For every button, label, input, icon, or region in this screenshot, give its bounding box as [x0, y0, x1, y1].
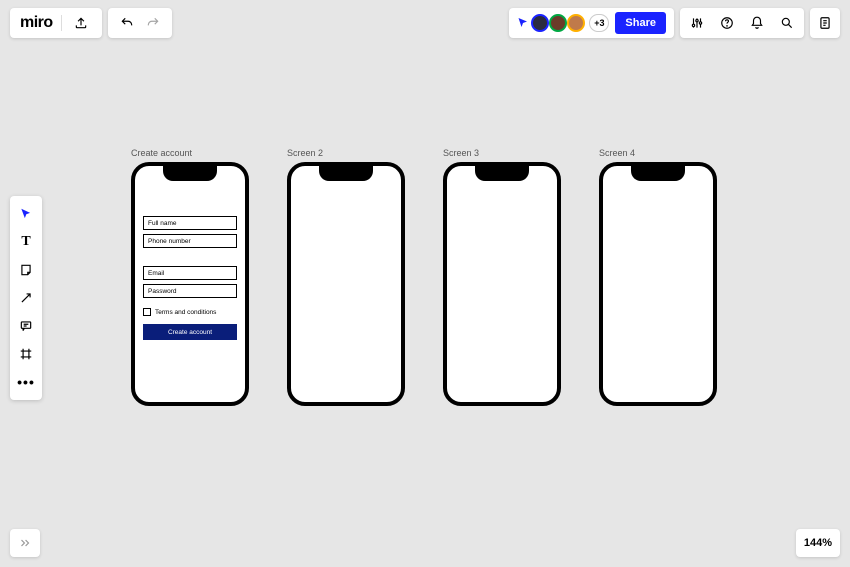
email-label: Email [148, 270, 164, 277]
terms-row[interactable]: Terms and conditions [143, 308, 237, 316]
phone-notch [631, 165, 685, 181]
frame-3-label[interactable]: Screen 3 [443, 148, 561, 158]
frame-4[interactable]: Screen 4 [599, 148, 717, 406]
phone-mock-3[interactable] [443, 162, 561, 406]
phone-mock-2[interactable] [287, 162, 405, 406]
terms-label: Terms and conditions [155, 309, 216, 316]
frame-2[interactable]: Screen 2 [287, 148, 405, 406]
frame-4-label[interactable]: Screen 4 [599, 148, 717, 158]
frame-2-label[interactable]: Screen 2 [287, 148, 405, 158]
frame-1-label[interactable]: Create account [131, 148, 249, 158]
full-name-label: Full name [148, 220, 177, 227]
password-field[interactable]: Password [143, 284, 237, 298]
phone-notch [475, 165, 529, 181]
email-field[interactable]: Email [143, 266, 237, 280]
phone-notch [163, 165, 217, 181]
phone-number-label: Phone number [148, 238, 191, 245]
create-account-button-label: Create account [168, 329, 212, 336]
terms-checkbox[interactable] [143, 308, 151, 316]
phone-mock-4[interactable] [599, 162, 717, 406]
create-account-button[interactable]: Create account [143, 324, 237, 340]
frame-1[interactable]: Create account Full name Phone number Em… [131, 148, 249, 406]
phone-number-field[interactable]: Phone number [143, 234, 237, 248]
phone-mock-1[interactable]: Full name Phone number Email Password Te… [131, 162, 249, 406]
signup-form: Full name Phone number Email Password Te… [143, 216, 237, 340]
phone-notch [319, 165, 373, 181]
frame-3[interactable]: Screen 3 [443, 148, 561, 406]
canvas[interactable]: Create account Full name Phone number Em… [0, 0, 850, 567]
full-name-field[interactable]: Full name [143, 216, 237, 230]
password-label: Password [148, 288, 177, 295]
